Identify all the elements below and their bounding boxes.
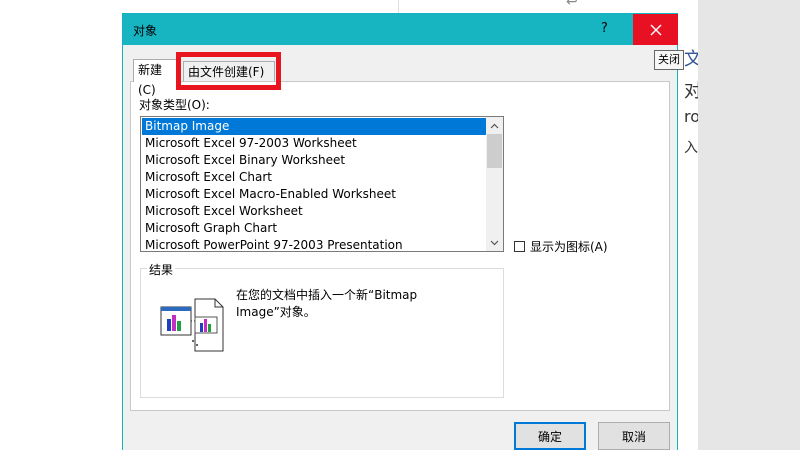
list-item[interactable]: Microsoft Excel 97-2003 Worksheet [142,135,487,152]
dialog-titlebar: 对象 ? [123,14,678,45]
scroll-down-button[interactable] [486,234,503,251]
listbox-scrollbar[interactable] [486,117,503,251]
list-item[interactable]: Microsoft Excel Chart [142,169,487,186]
ok-button[interactable]: 确定 [514,422,586,450]
scroll-thumb[interactable] [487,134,502,168]
list-item[interactable]: Bitmap Image [142,118,487,135]
scroll-up-button[interactable] [486,117,503,134]
list-item[interactable]: Microsoft Excel Worksheet [142,203,487,220]
close-icon [650,24,661,35]
document-margin [698,0,800,450]
display-as-icon-option[interactable]: 显示为图标(A) [514,238,608,255]
cancel-button[interactable]: 取消 [598,422,670,450]
chevron-up-icon [490,123,499,128]
tab-from-file[interactable]: 由文件创建(F) [183,61,275,83]
result-label: 结果 [147,261,176,278]
close-button[interactable] [633,14,678,45]
display-as-icon-checkbox[interactable] [514,241,525,252]
insert-object-icon [160,298,224,352]
dialog-title: 对象 [133,24,158,38]
result-group: 结果 在您的文档中插入一个新“Bitmap Image”对象。 [140,261,504,398]
doc-text-fragment: 入 [684,140,698,156]
list-item[interactable]: Microsoft Excel Macro-Enabled Worksheet [142,186,487,203]
list-item[interactable]: Microsoft Graph Chart [142,220,487,237]
tab-panel-new: 对象类型(O): Bitmap Image Microsoft Excel 97… [130,81,670,411]
tab-new[interactable]: 新建(C) [133,59,181,97]
chevron-down-icon [490,240,499,245]
close-tooltip: 关闭 [654,50,684,70]
object-dialog: 对象 ? 新建(C) 由文件创建(F) 对象类型(O): Bitmap Imag… [122,13,678,450]
list-item[interactable]: Microsoft Excel Binary Worksheet [142,152,487,169]
result-description: 在您的文档中插入一个新“Bitmap Image”对象。 [236,288,418,319]
display-as-icon-label: 显示为图标(A) [530,240,608,254]
object-type-listbox[interactable]: Bitmap Image Microsoft Excel 97-2003 Wor… [140,116,504,252]
list-item[interactable]: Microsoft PowerPoint 97-2003 Presentatio… [142,237,487,251]
help-button[interactable]: ? [601,21,608,36]
return-arrow-icon: ↩ [566,0,578,10]
